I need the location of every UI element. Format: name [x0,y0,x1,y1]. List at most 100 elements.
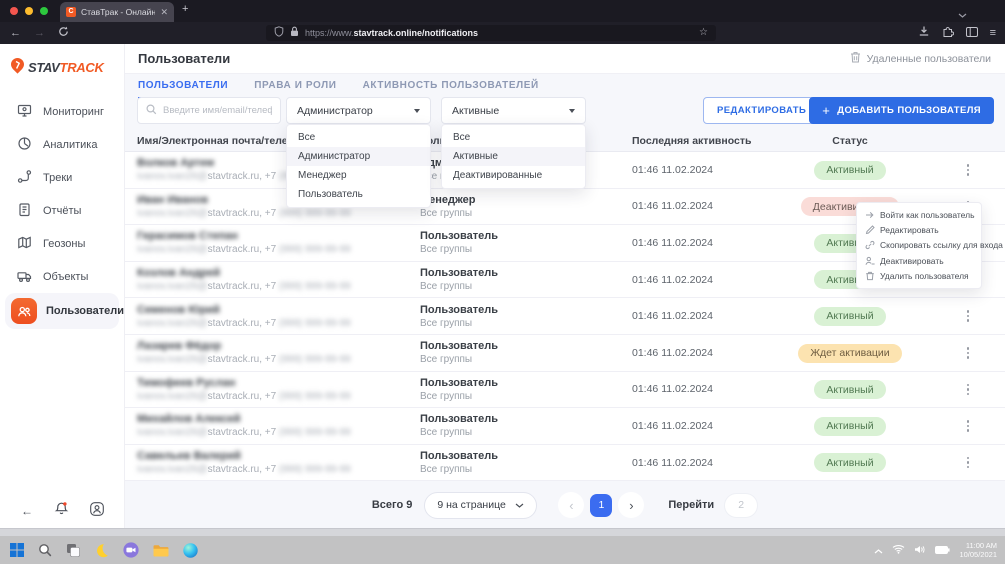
downloads-icon[interactable] [918,24,930,42]
sidebar-toggle-icon[interactable] [966,24,978,42]
monitor-icon [17,103,32,121]
collapse-sidebar-arrow-icon[interactable]: ← [21,505,33,517]
last-activity: 01:46 11.02.2024 [632,310,765,322]
sidebar-item-reports[interactable]: Отчёты [0,194,124,227]
context-copy-login-link[interactable]: Скопировать ссылку для входа [857,238,981,253]
close-window-button[interactable] [10,7,18,15]
last-activity: 01:46 11.02.2024 [632,200,765,212]
edge-browser-icon[interactable] [183,543,198,558]
wifi-icon[interactable] [892,541,905,559]
file-explorer-icon[interactable] [153,544,169,557]
menu-hamburger-icon[interactable]: ≡ [990,27,996,39]
screen: C СтавТрак - Онлайн мониторинг ✕ + ← → h… [0,0,1005,564]
status-filter-dropdown[interactable]: Активные [441,97,586,124]
site-favicon: C [66,7,76,17]
sidebar-item-monitoring[interactable]: Мониторинг [0,95,124,128]
row-context-menu: Войти как пользователь Редактировать Ско… [856,202,982,289]
search-input[interactable] [163,105,272,116]
user-contact: ivanov.ivan26@stavtrack.ru, +7 (999) 999… [137,281,420,292]
user-contact: ivanov.ivan26@stavtrack.ru, +7 (999) 999… [137,427,420,438]
moon-app-icon[interactable] [94,543,109,558]
windows-start-icon[interactable] [10,543,24,557]
next-page-button[interactable]: › [618,492,644,518]
current-page-button[interactable]: 1 [590,494,612,517]
back-button[interactable]: ← [10,28,21,39]
tray-chevron-up-icon[interactable] [874,541,883,559]
user-role: Пользователь [420,413,632,425]
window-bottom-edge [0,528,1005,536]
browser-tab[interactable]: C СтавТрак - Онлайн мониторинг ✕ [60,2,174,22]
new-tab-button[interactable]: + [182,3,188,15]
search-icon [146,102,157,120]
bookmark-star-icon[interactable]: ☆ [699,28,708,38]
user-group: Все группы [420,318,632,329]
prev-page-button[interactable]: ‹ [558,492,584,518]
forward-button[interactable]: → [34,28,45,39]
url-bar[interactable]: https://www.stavtrack.online/notificatio… [266,25,716,41]
context-login-as-user[interactable]: Войти как пользователь [857,207,981,222]
battery-icon[interactable] [935,541,950,559]
role-option-admin[interactable]: Администратор [287,147,430,166]
status-badge: Активный [814,380,885,399]
deleted-users-link[interactable]: Удаленные пользователи [850,51,991,66]
sidebar-item-geozones[interactable]: Геозоны [0,227,124,260]
row-actions-kebab-icon[interactable] [965,455,972,471]
pencil-icon [865,225,875,235]
notifications-bell-icon[interactable] [54,501,69,521]
extensions-puzzle-icon[interactable] [942,24,954,42]
row-actions-kebab-icon[interactable] [965,382,972,398]
context-edit[interactable]: Редактировать [857,222,981,237]
table-row: Тимофеев Руслан ivanov.ivan26@stavtrack.… [125,372,1005,409]
row-actions-kebab-icon[interactable] [965,418,972,434]
row-actions-kebab-icon[interactable] [965,308,972,324]
per-page-select[interactable]: 9 на странице [424,492,537,519]
user-group: Все группы [420,391,632,402]
status-badge: Активный [814,307,885,326]
task-view-icon[interactable] [66,543,80,557]
column-activity: Последняя активность [632,135,765,147]
maximize-window-button[interactable] [40,7,48,15]
sidebar-item-tracks[interactable]: Треки [0,161,124,194]
tab-title: СтавТрак - Онлайн мониторинг [81,7,155,17]
lock-icon[interactable] [290,24,299,42]
chat-app-icon[interactable] [123,542,139,558]
user-group: Все группы [420,464,632,475]
row-actions-kebab-icon[interactable] [965,345,972,361]
truck-icon [17,268,32,286]
user-role: Пользователь [420,450,632,462]
status-option-all[interactable]: Все [442,128,585,147]
context-delete-user[interactable]: Удалить пользователя [857,269,981,284]
user-name: Козлов Андрей [137,267,420,279]
sidebar-item-objects[interactable]: Объекты [0,260,124,293]
sidebar-item-users[interactable]: Пользователи [5,293,119,329]
table-row: Семенов Юрий ivanov.ivan26@stavtrack.ru,… [125,298,1005,335]
user-role: Пользователь [420,377,632,389]
status-option-active[interactable]: Активные [442,147,585,166]
volume-icon[interactable] [914,541,926,559]
logo-pin-icon [9,57,26,78]
user-contact: ivanov.ivan26@stavtrack.ru, +7 (999) 999… [137,208,420,219]
sidebar-item-analytics[interactable]: Аналитика [0,128,124,161]
url-text: https://www.stavtrack.online/notificatio… [305,28,478,38]
status-option-deactivated[interactable]: Деактивированные [442,166,585,185]
user-role: Пользователь [420,304,632,316]
search-field[interactable] [137,97,281,124]
role-option-manager[interactable]: Менеджер [287,166,430,185]
list-tabs-chevron-icon[interactable] [958,5,967,23]
user-role: Пользователь [420,340,632,352]
role-option-all[interactable]: Все [287,128,430,147]
role-filter-dropdown[interactable]: Администратор [286,97,431,124]
taskbar-clock[interactable]: 11:00 AM 10/05/2021 [959,541,997,559]
shield-icon[interactable] [274,24,284,42]
goto-page-input[interactable]: 2 [724,493,758,518]
role-option-user[interactable]: Пользователь [287,185,430,204]
add-user-button[interactable]: + ДОБАВИТЬ ПОЛЬЗОВАТЕЛЯ [809,97,994,124]
row-actions-kebab-icon[interactable] [965,162,972,178]
stavtrack-logo: STAVTRACK [9,57,124,78]
tab-close-icon[interactable]: ✕ [160,7,168,18]
minimize-window-button[interactable] [25,7,33,15]
profile-icon[interactable] [90,502,104,521]
taskbar-search-icon[interactable] [38,543,52,557]
context-deactivate[interactable]: Деактивировать [857,253,981,268]
reload-button[interactable] [58,26,69,40]
